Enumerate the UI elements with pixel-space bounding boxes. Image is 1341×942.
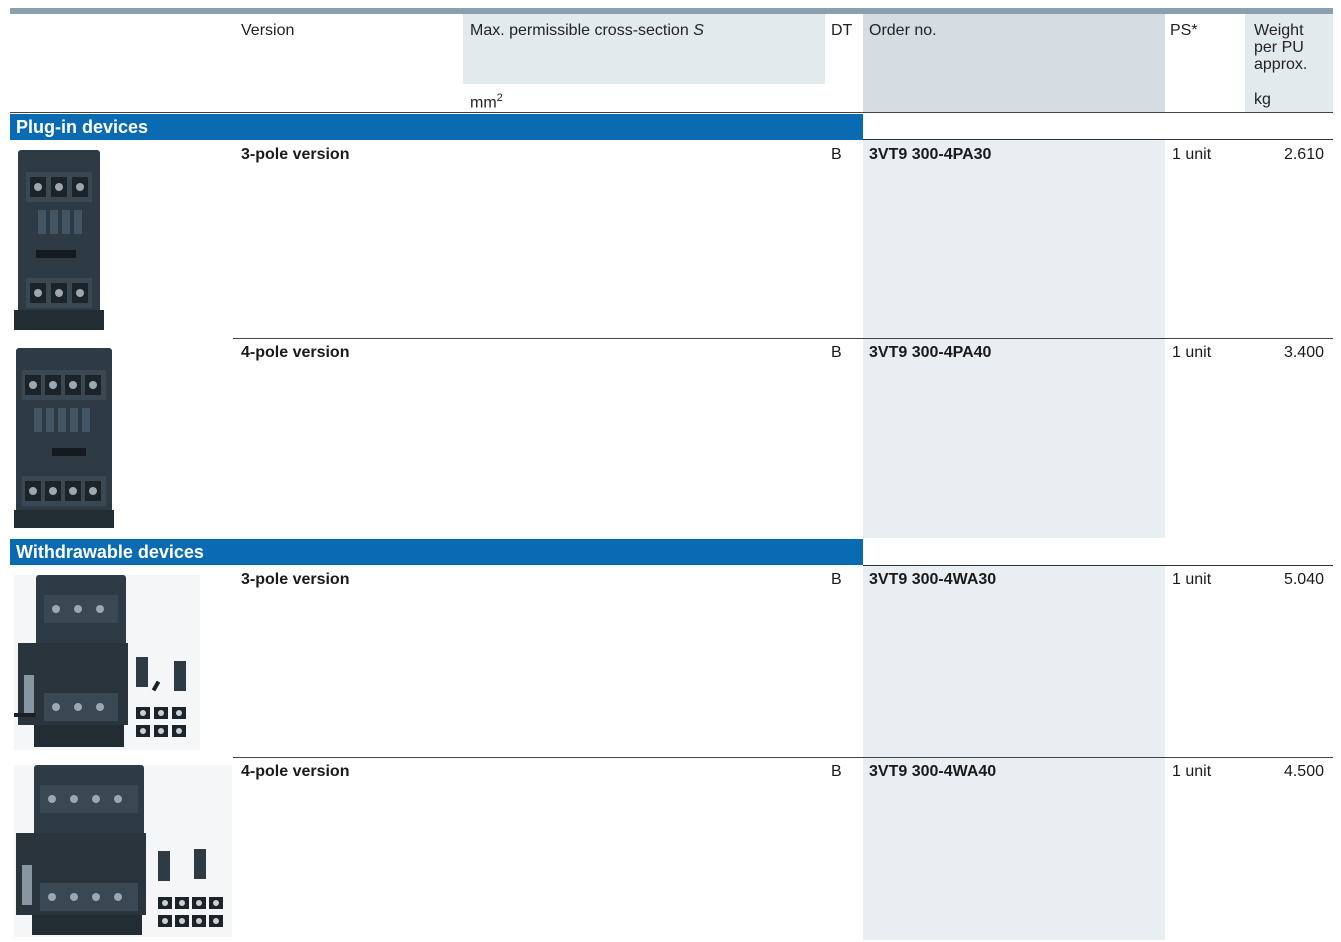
section-title: Withdrawable devices (16, 542, 204, 562)
weight-unit: kg (1254, 91, 1271, 108)
row-order-no: 3VT9 300-4PA40 (869, 344, 992, 361)
column-header-order-no: Order no. (869, 22, 937, 39)
row-divider (233, 338, 1333, 339)
row-dt: B (831, 344, 842, 361)
row-version: 4-pole version (241, 763, 350, 780)
product-image-withdrawable-4-pole (14, 765, 232, 942)
row-dt: B (831, 146, 842, 163)
product-image-withdrawable-3-pole (14, 575, 200, 755)
column-header-ps: PS* (1170, 22, 1198, 39)
column-header-cross-section: Max. permissible cross-section S (470, 22, 704, 39)
row-order-no: 3VT9 300-4PA30 (869, 146, 992, 163)
section-title: Plug-in devices (16, 117, 149, 137)
row-dt: B (831, 763, 842, 780)
cross-section-unit: mm2 (470, 92, 503, 112)
row-version: 4-pole version (241, 344, 350, 361)
order-column-shade-withdrawable (863, 566, 1165, 940)
row-weight: 3.400 (1283, 344, 1324, 361)
header-divider (10, 112, 1333, 113)
row-ps: 1 unit (1172, 344, 1212, 361)
column-header-version: Version (241, 22, 295, 39)
row-version: 3-pole version (241, 571, 350, 588)
row-version: 3-pole version (241, 146, 350, 163)
cross-section-symbol: S (693, 22, 704, 39)
row-order-no: 3VT9 300-4WA40 (869, 763, 997, 780)
row-ps: 1 unit (1172, 146, 1212, 163)
order-column-shade-plugin (863, 140, 1165, 538)
row-order-no: 3VT9 300-4WA30 (869, 571, 997, 588)
section-rule (863, 139, 1333, 140)
column-header-dt: DT (831, 22, 853, 39)
product-image-plug-in-3-pole (14, 150, 104, 335)
row-weight: 4.500 (1283, 763, 1324, 780)
section-bar-withdrawable: Withdrawable devices (10, 539, 863, 565)
section-rule (863, 565, 1333, 566)
section-bar-plug-in: Plug-in devices (10, 114, 863, 140)
row-weight: 2.610 (1283, 146, 1324, 163)
row-weight: 5.040 (1283, 571, 1324, 588)
row-ps: 1 unit (1172, 571, 1212, 588)
row-dt: B (831, 571, 842, 588)
row-ps: 1 unit (1172, 763, 1212, 780)
column-header-weight: Weight per PU approx. (1254, 22, 1308, 73)
product-image-plug-in-4-pole (14, 348, 114, 533)
cross-section-label: Max. permissible cross-section (470, 22, 689, 39)
row-divider (233, 757, 1333, 758)
